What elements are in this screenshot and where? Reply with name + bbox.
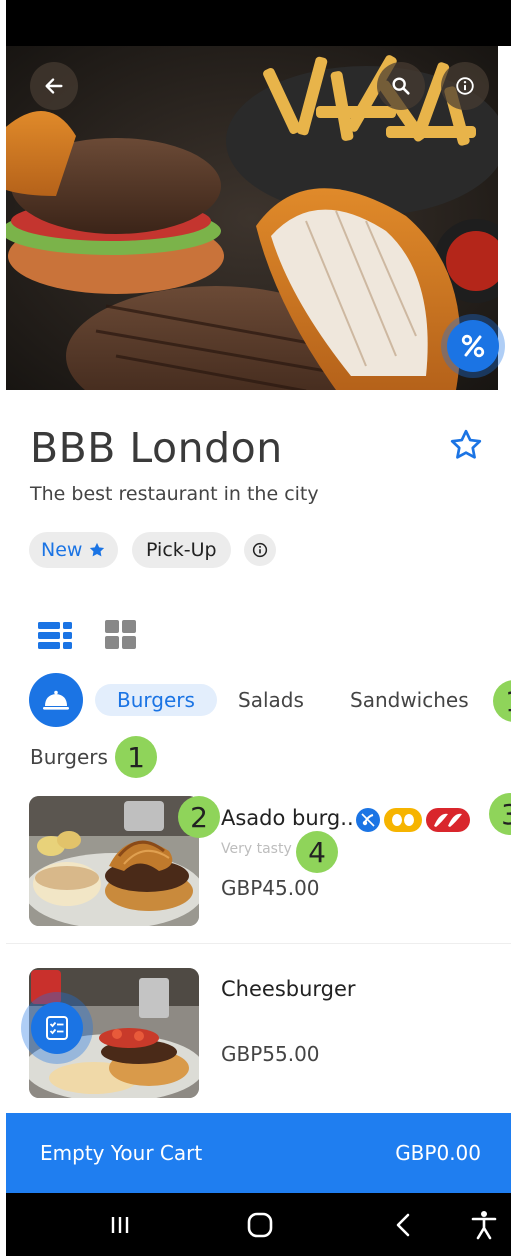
back-nav-button[interactable]: [386, 1207, 422, 1243]
status-bar: [6, 0, 511, 46]
section-title: Burgers: [30, 745, 108, 769]
item-image[interactable]: [29, 796, 199, 926]
home-icon: [247, 1212, 273, 1238]
annotation-badge: 4: [296, 831, 338, 873]
tab-burgers[interactable]: Burgers: [95, 684, 217, 716]
restaurant-name: BBB London: [30, 424, 283, 472]
tab-salads[interactable]: Salads: [238, 684, 304, 716]
annotation-badge: 1: [115, 736, 157, 778]
cloche-icon: [43, 690, 69, 710]
search-button[interactable]: [377, 62, 425, 110]
asado-burger-photo: [29, 796, 199, 926]
cart-bar[interactable]: Empty Your Cart GBP0.00: [6, 1113, 511, 1193]
new-chip: New: [29, 532, 119, 568]
pickup-chip: Pick-Up: [132, 532, 231, 568]
discount-button[interactable]: [447, 320, 499, 372]
cart-label: Empty Your Cart: [40, 1141, 203, 1165]
menu-fab-inner: [31, 1002, 83, 1054]
hero-image: [6, 46, 498, 390]
home-button[interactable]: [242, 1207, 278, 1243]
recent-apps-button[interactable]: [102, 1207, 138, 1243]
restaurant-tagline: The best restaurant in the city: [30, 483, 319, 505]
category-menu-button[interactable]: [29, 673, 83, 727]
item-name[interactable]: Cheesburger: [221, 977, 356, 1001]
arrow-left-icon: [45, 78, 63, 94]
tab-sandwiches[interactable]: Sandwiches: [350, 684, 469, 716]
item-name[interactable]: Asado burg..: [221, 806, 354, 830]
search-icon: [392, 77, 410, 95]
recents-icon: [111, 1217, 129, 1233]
favorite-star-icon[interactable]: [448, 427, 484, 463]
restaurant-info-button[interactable]: [244, 534, 276, 566]
accessibility-icon: [471, 1211, 497, 1240]
item-price: GBP55.00: [221, 1042, 320, 1066]
new-chip-label: New: [41, 539, 83, 561]
annotation-badge: 1: [493, 680, 511, 722]
annotation-badge: 2: [178, 796, 220, 838]
item-description: Very tasty: [221, 841, 292, 857]
pickup-chip-label: Pick-Up: [146, 539, 217, 561]
burger-photo: [6, 46, 498, 390]
back-button[interactable]: [30, 62, 78, 110]
accessibility-button[interactable]: [466, 1207, 502, 1243]
info-icon: [456, 77, 474, 95]
chili-icon: [426, 808, 470, 832]
item-tags: [356, 808, 470, 832]
vegan-icon: [356, 808, 380, 832]
percent-icon: [461, 334, 485, 358]
grid-view-icon[interactable]: [103, 617, 139, 653]
star-icon: [90, 542, 105, 557]
item-price: GBP45.00: [221, 876, 320, 900]
info-button[interactable]: [441, 62, 489, 110]
divider: [6, 943, 511, 944]
system-nav-bar: [6, 1193, 511, 1256]
menu-fab[interactable]: [21, 992, 93, 1064]
egg-icon: [384, 808, 422, 832]
info-icon: [252, 542, 268, 558]
chevron-left-icon: [396, 1213, 410, 1237]
cart-total: GBP0.00: [395, 1141, 481, 1165]
checklist-icon: [46, 1016, 68, 1040]
annotation-badge: 3: [489, 793, 511, 835]
list-view-icon[interactable]: [37, 617, 73, 653]
